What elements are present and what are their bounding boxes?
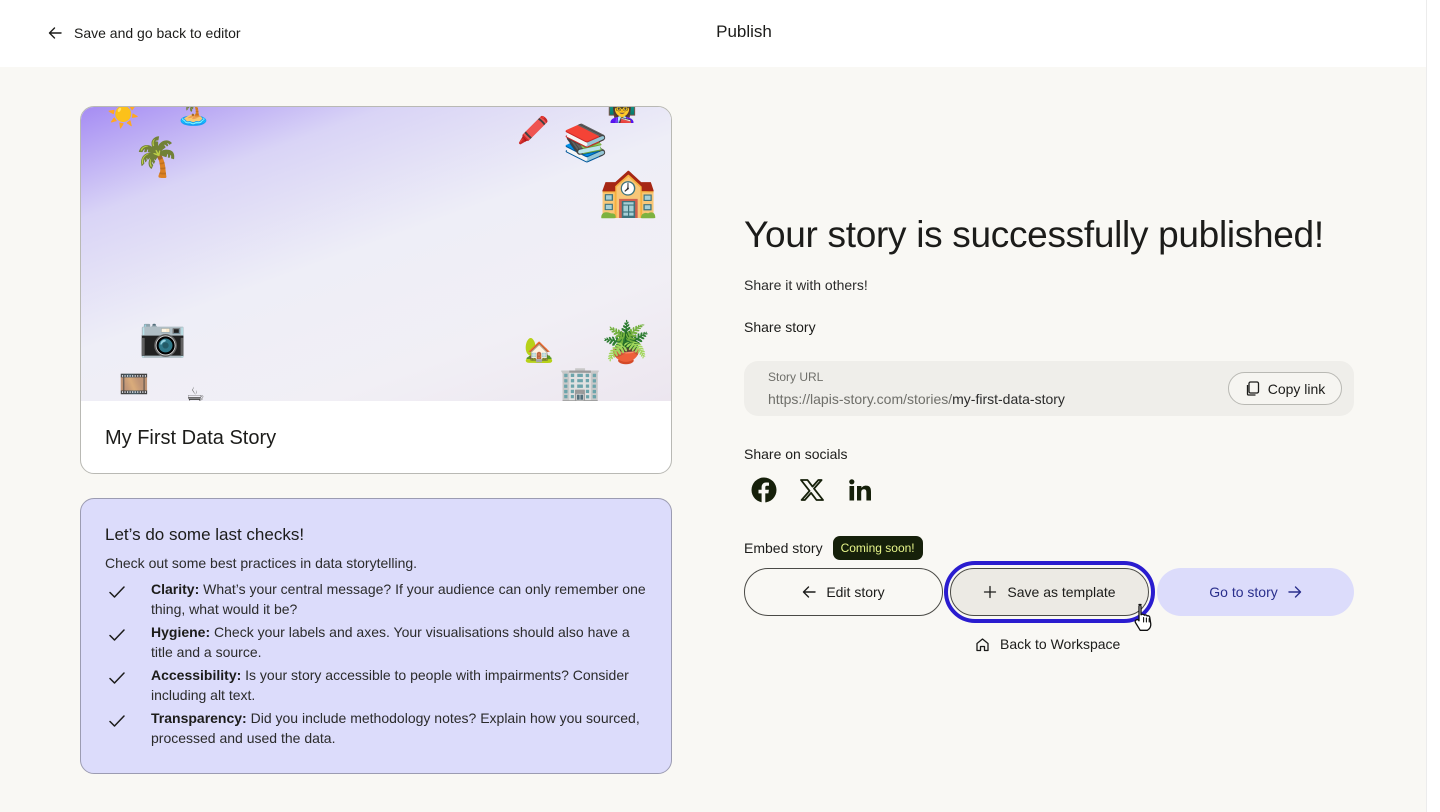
island-emoji: 🏝️ bbox=[176, 107, 211, 126]
house-emoji: 🏡 bbox=[524, 337, 554, 364]
check-item-accessibility: Accessibility: Is your story accessible … bbox=[105, 666, 647, 705]
facebook-icon bbox=[751, 477, 777, 503]
edit-story-label: Edit story bbox=[826, 584, 885, 600]
story-url-value[interactable]: https://lapis-story.com/stories/my-first… bbox=[768, 391, 1065, 407]
x-icon bbox=[800, 479, 824, 501]
checkmark-icon bbox=[109, 672, 125, 684]
home-icon bbox=[976, 637, 989, 651]
go-to-story-button[interactable]: Go to story bbox=[1157, 568, 1354, 616]
copy-icon bbox=[1246, 381, 1259, 396]
facebook-share-button[interactable] bbox=[750, 476, 778, 504]
film-emoji: 🎞️ bbox=[119, 371, 149, 398]
plus-icon bbox=[984, 585, 997, 599]
window-edge bbox=[1426, 0, 1440, 812]
last-checks-panel: Let’s do some last checks! Check out som… bbox=[80, 498, 672, 774]
check-label: Clarity: bbox=[151, 581, 200, 597]
hand-pointer-cursor-icon bbox=[1134, 603, 1152, 631]
edit-story-button[interactable]: Edit story bbox=[744, 568, 943, 616]
social-share-buttons bbox=[750, 476, 874, 504]
building-emoji: 🏢 bbox=[559, 365, 602, 401]
save-as-template-button[interactable]: Save as template bbox=[950, 568, 1149, 616]
coffee-emoji: ☕ bbox=[185, 383, 205, 402]
story-url-field[interactable]: Story URL https://lapis-story.com/storie… bbox=[744, 361, 1354, 416]
checks-subtitle: Check out some best practices in data st… bbox=[105, 555, 418, 571]
teacher-emoji: 👩‍🏫 bbox=[607, 107, 637, 124]
check-label: Hygiene: bbox=[151, 624, 211, 640]
books-emoji: 📚 bbox=[563, 122, 608, 163]
check-label: Accessibility: bbox=[151, 667, 242, 683]
page: Save and go back to editor Publish ☀️ 🏝️… bbox=[0, 0, 1426, 812]
save-as-template-label: Save as template bbox=[1007, 584, 1116, 600]
embed-story-label: Embed story bbox=[744, 540, 823, 556]
check-description: Check your labels and axes. Your visuali… bbox=[151, 624, 630, 660]
x-share-button[interactable] bbox=[798, 476, 826, 504]
arrow-left-icon bbox=[803, 586, 817, 598]
copy-link-label: Copy link bbox=[1267, 380, 1326, 397]
top-bar: Save and go back to editor Publish bbox=[0, 0, 1426, 67]
camera-emoji: 📷 bbox=[139, 317, 187, 359]
linkedin-share-button[interactable] bbox=[846, 476, 874, 504]
coming-soon-badge: Coming soon! bbox=[832, 536, 923, 560]
sun-emoji: ☀️ bbox=[107, 107, 140, 129]
potted-plant-emoji: 🪴 bbox=[601, 321, 651, 365]
share-socials-label: Share on socials bbox=[744, 446, 848, 462]
arrow-right-icon bbox=[1288, 586, 1301, 598]
checks-title: Let’s do some last checks! bbox=[105, 525, 305, 544]
story-url-label: Story URL bbox=[768, 370, 824, 384]
school-emoji: 🏫 bbox=[598, 166, 658, 219]
linkedin-icon bbox=[849, 479, 871, 501]
story-url-base: https://lapis-story.com/stories/ bbox=[768, 391, 953, 407]
checkmark-icon bbox=[109, 715, 125, 727]
share-subtitle: Share it with others! bbox=[744, 277, 868, 293]
share-story-label: Share story bbox=[744, 319, 816, 335]
check-item-transparency: Transparency: Did you include methodolog… bbox=[105, 709, 647, 748]
story-preview-card[interactable]: ☀️ 🏝️ 🌴 🖍️ 👩‍🏫 📚 🏫 📷 🏡 🪴 🎞️ ☕ 🏢 My First… bbox=[80, 106, 672, 474]
checkmark-icon bbox=[109, 629, 125, 641]
check-label: Transparency: bbox=[151, 710, 247, 726]
back-to-workspace-link[interactable]: Back to Workspace bbox=[975, 636, 1120, 652]
check-item-hygiene: Hygiene: Check your labels and axes. You… bbox=[105, 623, 647, 662]
story-cover-image: ☀️ 🏝️ 🌴 🖍️ 👩‍🏫 📚 🏫 📷 🏡 🪴 🎞️ ☕ 🏢 bbox=[81, 107, 671, 402]
back-to-workspace-label: Back to Workspace bbox=[1000, 636, 1121, 652]
palm-tree-emoji: 🌴 bbox=[133, 137, 181, 179]
check-description: What’s your central message? If your aud… bbox=[151, 581, 646, 617]
embed-story-row: Embed story Coming soon! bbox=[744, 536, 923, 560]
success-headline: Your story is successfully published! bbox=[744, 214, 1324, 255]
check-item-clarity: Clarity: What’s your central message? If… bbox=[105, 580, 647, 619]
crayon-emoji: 🖍️ bbox=[517, 115, 550, 145]
copy-link-button[interactable]: Copy link bbox=[1228, 372, 1342, 405]
story-title: My First Data Story bbox=[105, 427, 277, 449]
checkmark-icon bbox=[109, 586, 125, 598]
story-url-slug: my-first-data-story bbox=[952, 391, 1065, 407]
page-title: Publish bbox=[716, 22, 772, 41]
go-to-story-label: Go to story bbox=[1209, 584, 1278, 600]
